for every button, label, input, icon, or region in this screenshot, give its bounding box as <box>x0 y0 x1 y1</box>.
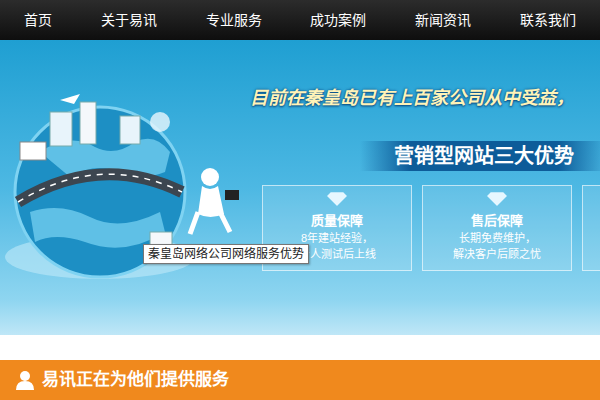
globe-illustration <box>0 40 250 335</box>
diamond-icon <box>269 186 405 210</box>
globe-icon <box>0 82 250 322</box>
feature-title: 售后保障 <box>429 212 565 230</box>
diamond-icon <box>589 186 600 210</box>
nav-item[interactable]: 关于易讯 <box>97 10 161 31</box>
feature-card: 售后保障长期免费维护，解决客户后顾之忧 <box>422 185 572 271</box>
feature-line: 解决客户后顾之忧 <box>429 246 565 262</box>
banner-title: 营销型网站三大优势 <box>360 141 600 171</box>
feature-card <box>582 185 600 271</box>
diamond-icon <box>429 186 565 210</box>
headline: 目前在秦皇岛已有上百家公司从中受益， <box>250 85 600 111</box>
section-header: 易讯正在为他们提供服务 <box>0 360 600 400</box>
nav-item[interactable]: 首页 <box>20 10 56 31</box>
nav-item[interactable]: 联系我们 <box>516 10 580 31</box>
feature-title: 质量保障 <box>269 212 405 230</box>
nav-item[interactable]: 新闻资讯 <box>411 10 475 31</box>
tooltip: 秦皇岛网络公司网络服务优势 <box>143 244 309 264</box>
nav-item[interactable]: 成功案例 <box>306 10 370 31</box>
top-nav: 首页 关于易讯 专业服务 成功案例 新闻资讯 联系我们 <box>0 0 600 40</box>
section-title: 易讯正在为他们提供服务 <box>42 367 229 393</box>
nav-item[interactable]: 专业服务 <box>202 10 266 31</box>
feature-line: 长期免费维护， <box>429 230 565 246</box>
user-icon <box>16 370 34 390</box>
banner: 目前在秦皇岛已有上百家公司从中受益， 营销型网站三大优势 质量保障8年建站经验，… <box>0 40 600 335</box>
